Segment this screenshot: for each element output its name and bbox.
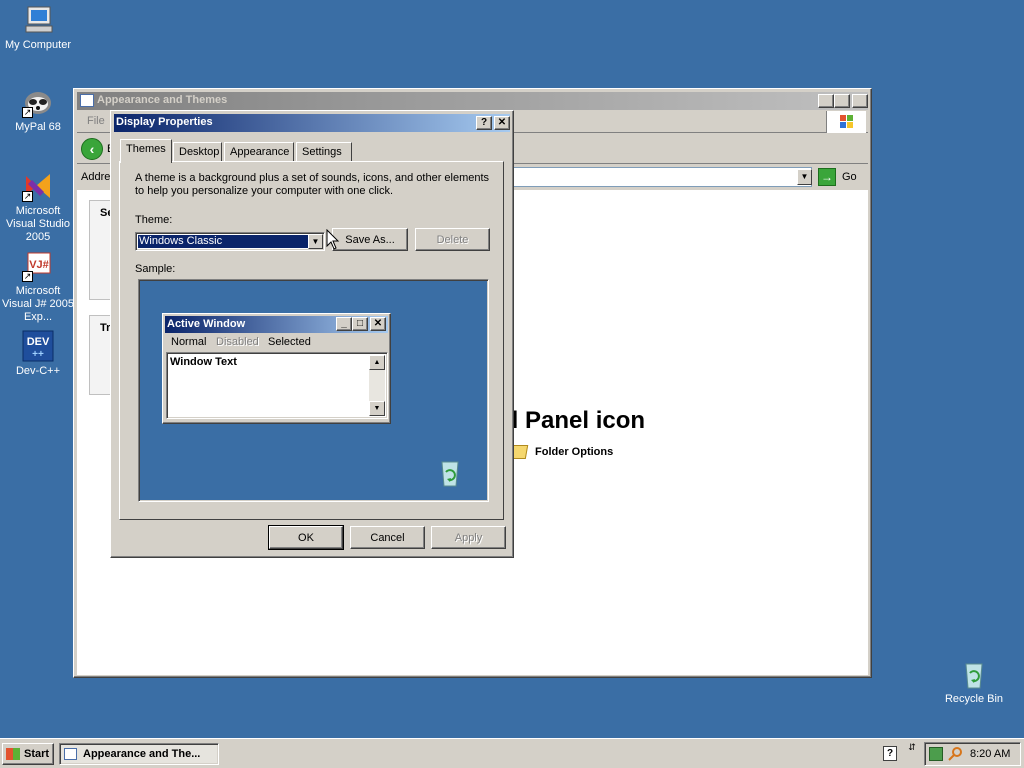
ok-button[interactable]: OK bbox=[268, 525, 344, 550]
visual-jsharp-icon: VJ# ↗ bbox=[22, 250, 54, 282]
apply-button[interactable]: Apply bbox=[431, 526, 506, 549]
dev-cpp-icon: DEV ++ bbox=[22, 330, 54, 362]
windows-logo-icon bbox=[826, 111, 866, 133]
desktop-icon-label: Dev-C++ bbox=[15, 365, 61, 377]
theme-select[interactable]: Windows Classic ▼ bbox=[135, 232, 325, 251]
explorer-titlebar[interactable]: Appearance and Themes _ □ ✕ bbox=[77, 92, 868, 110]
back-icon[interactable]: ‹ bbox=[81, 138, 103, 160]
sample-menu-disabled: Disabled bbox=[216, 336, 259, 348]
desktop-icon-label: Microsoft Visual Studio 2005 bbox=[5, 205, 70, 243]
chevron-down-icon[interactable]: ▼ bbox=[308, 234, 323, 249]
tab-desktop[interactable]: Desktop bbox=[173, 142, 222, 162]
desktop-icon-visual-jsharp[interactable]: VJ# ↗ Microsoft Visual J# 2005 Exp... bbox=[0, 250, 76, 324]
start-button[interactable]: Start bbox=[2, 743, 54, 765]
search-tray-icon[interactable] bbox=[948, 746, 963, 761]
tab-appearance[interactable]: Appearance bbox=[224, 142, 294, 162]
system-tray: 8:20 AM bbox=[924, 742, 1021, 766]
sample-window-title: Active Window bbox=[167, 318, 246, 330]
scroll-down-icon: ▼ bbox=[369, 401, 385, 416]
taskbar-task-label: Appearance and The... bbox=[83, 748, 201, 760]
theme-select-value: Windows Classic bbox=[138, 235, 308, 248]
save-as-button[interactable]: Save As... bbox=[332, 228, 408, 251]
shortcut-arrow-icon: ↗ bbox=[22, 191, 33, 202]
sample-label: Sample: bbox=[135, 263, 176, 275]
sample-preview: Active Window _ □ ✕ Normal Disabled Sele… bbox=[138, 279, 489, 502]
scroll-up-icon: ▲ bbox=[369, 355, 385, 370]
sample-maximize-icon: □ bbox=[352, 317, 368, 331]
maximize-button[interactable]: □ bbox=[834, 94, 850, 108]
tab-strip: Themes Desktop Appearance Settings bbox=[120, 139, 500, 163]
desktop-icon-dev-cpp[interactable]: DEV ++ Dev-C++ bbox=[0, 330, 76, 378]
my-computer-icon bbox=[22, 4, 54, 36]
clock[interactable]: 8:20 AM bbox=[970, 748, 1010, 760]
address-input[interactable] bbox=[513, 167, 812, 187]
sample-scrollbar: ▲ ▼ bbox=[369, 355, 385, 416]
go-label[interactable]: Go bbox=[842, 171, 857, 183]
start-label: Start bbox=[24, 748, 50, 760]
sample-window-text: Window Text bbox=[170, 356, 237, 368]
close-button[interactable]: ✕ bbox=[494, 116, 510, 130]
recycle-bin-icon bbox=[958, 658, 990, 690]
delete-button[interactable]: Delete bbox=[415, 228, 490, 251]
desktop-icon-recycle-bin[interactable]: Recycle Bin bbox=[936, 658, 1012, 706]
desktop-icon-mypal[interactable]: ↗ MyPal 68 bbox=[0, 86, 76, 134]
taskbar-task-appearance[interactable]: Appearance and The... bbox=[59, 743, 219, 765]
sample-text-area: Window Text ▲ ▼ bbox=[166, 352, 388, 419]
theme-description: A theme is a background plus a set of so… bbox=[135, 172, 490, 197]
desktop-icon-my-computer[interactable]: My Computer bbox=[0, 4, 76, 52]
control-panel-icon bbox=[64, 748, 77, 760]
sample-titlebar: Active Window _ □ ✕ bbox=[165, 316, 388, 333]
dialog-titlebar[interactable]: Display Properties ? ✕ bbox=[114, 114, 510, 132]
visual-studio-icon: ↗ bbox=[22, 170, 54, 202]
svg-text:DEV: DEV bbox=[27, 336, 50, 348]
side-panel-header: Tr bbox=[100, 322, 111, 334]
mypal-icon: ↗ bbox=[22, 86, 54, 118]
windows-flag-icon bbox=[6, 748, 20, 760]
close-button[interactable]: ✕ bbox=[852, 94, 868, 108]
network-tray-icon[interactable] bbox=[929, 747, 943, 761]
explorer-title: Appearance and Themes bbox=[97, 94, 228, 106]
theme-label: Theme: bbox=[135, 214, 173, 226]
help-button[interactable]: ? bbox=[476, 116, 492, 130]
display-properties-dialog: Display Properties ? ✕ Themes Desktop Ap… bbox=[110, 110, 514, 558]
sample-minimize-icon: _ bbox=[336, 317, 352, 331]
desktop-icon-label: Microsoft Visual J# 2005 Exp... bbox=[2, 285, 74, 323]
desktop-icon-visual-studio[interactable]: ↗ Microsoft Visual Studio 2005 bbox=[0, 170, 76, 244]
sample-menu-selected: Selected bbox=[268, 336, 311, 348]
tab-themes[interactable]: Themes bbox=[120, 139, 172, 163]
minimize-button[interactable]: _ bbox=[818, 94, 834, 108]
sample-close-icon: ✕ bbox=[370, 317, 386, 331]
sample-active-window: Active Window _ □ ✕ Normal Disabled Sele… bbox=[162, 313, 391, 424]
cancel-button[interactable]: Cancel bbox=[350, 526, 425, 549]
desktop-icon-label: Recycle Bin bbox=[944, 693, 1004, 705]
shortcut-arrow-icon: ↗ bbox=[22, 107, 33, 118]
svg-text:VJ#: VJ# bbox=[29, 259, 49, 271]
sample-recycle-bin-icon bbox=[435, 458, 465, 488]
shortcut-arrow-icon: ↗ bbox=[22, 271, 33, 282]
desktop-icon-label: MyPal 68 bbox=[15, 121, 61, 133]
taskbar: Start Appearance and The... ? ⇵ 8:20 AM bbox=[0, 738, 1024, 768]
main-heading: ol Panel icon bbox=[497, 407, 646, 434]
address-dropdown-button[interactable]: ▼ bbox=[797, 169, 812, 185]
menu-file[interactable]: File bbox=[87, 115, 105, 127]
themes-tab-panel: A theme is a background plus a set of so… bbox=[119, 161, 504, 520]
mouse-cursor-icon bbox=[326, 228, 340, 251]
dialog-title: Display Properties bbox=[116, 116, 213, 128]
svg-text:++: ++ bbox=[32, 349, 44, 360]
sample-menubar: Normal Disabled Selected bbox=[165, 334, 388, 351]
language-tray-icon[interactable]: ⇵ bbox=[905, 743, 919, 763]
sample-menu-normal: Normal bbox=[171, 336, 207, 348]
desktop-icon-label: My Computer bbox=[4, 39, 72, 51]
control-panel-icon bbox=[80, 94, 94, 107]
go-arrow-icon[interactable]: → bbox=[818, 168, 836, 186]
address-label: Addre bbox=[81, 171, 111, 183]
tab-settings[interactable]: Settings bbox=[296, 142, 352, 162]
folder-options-label: Folder Options bbox=[535, 446, 614, 458]
help-tray-icon[interactable]: ? bbox=[883, 746, 897, 761]
